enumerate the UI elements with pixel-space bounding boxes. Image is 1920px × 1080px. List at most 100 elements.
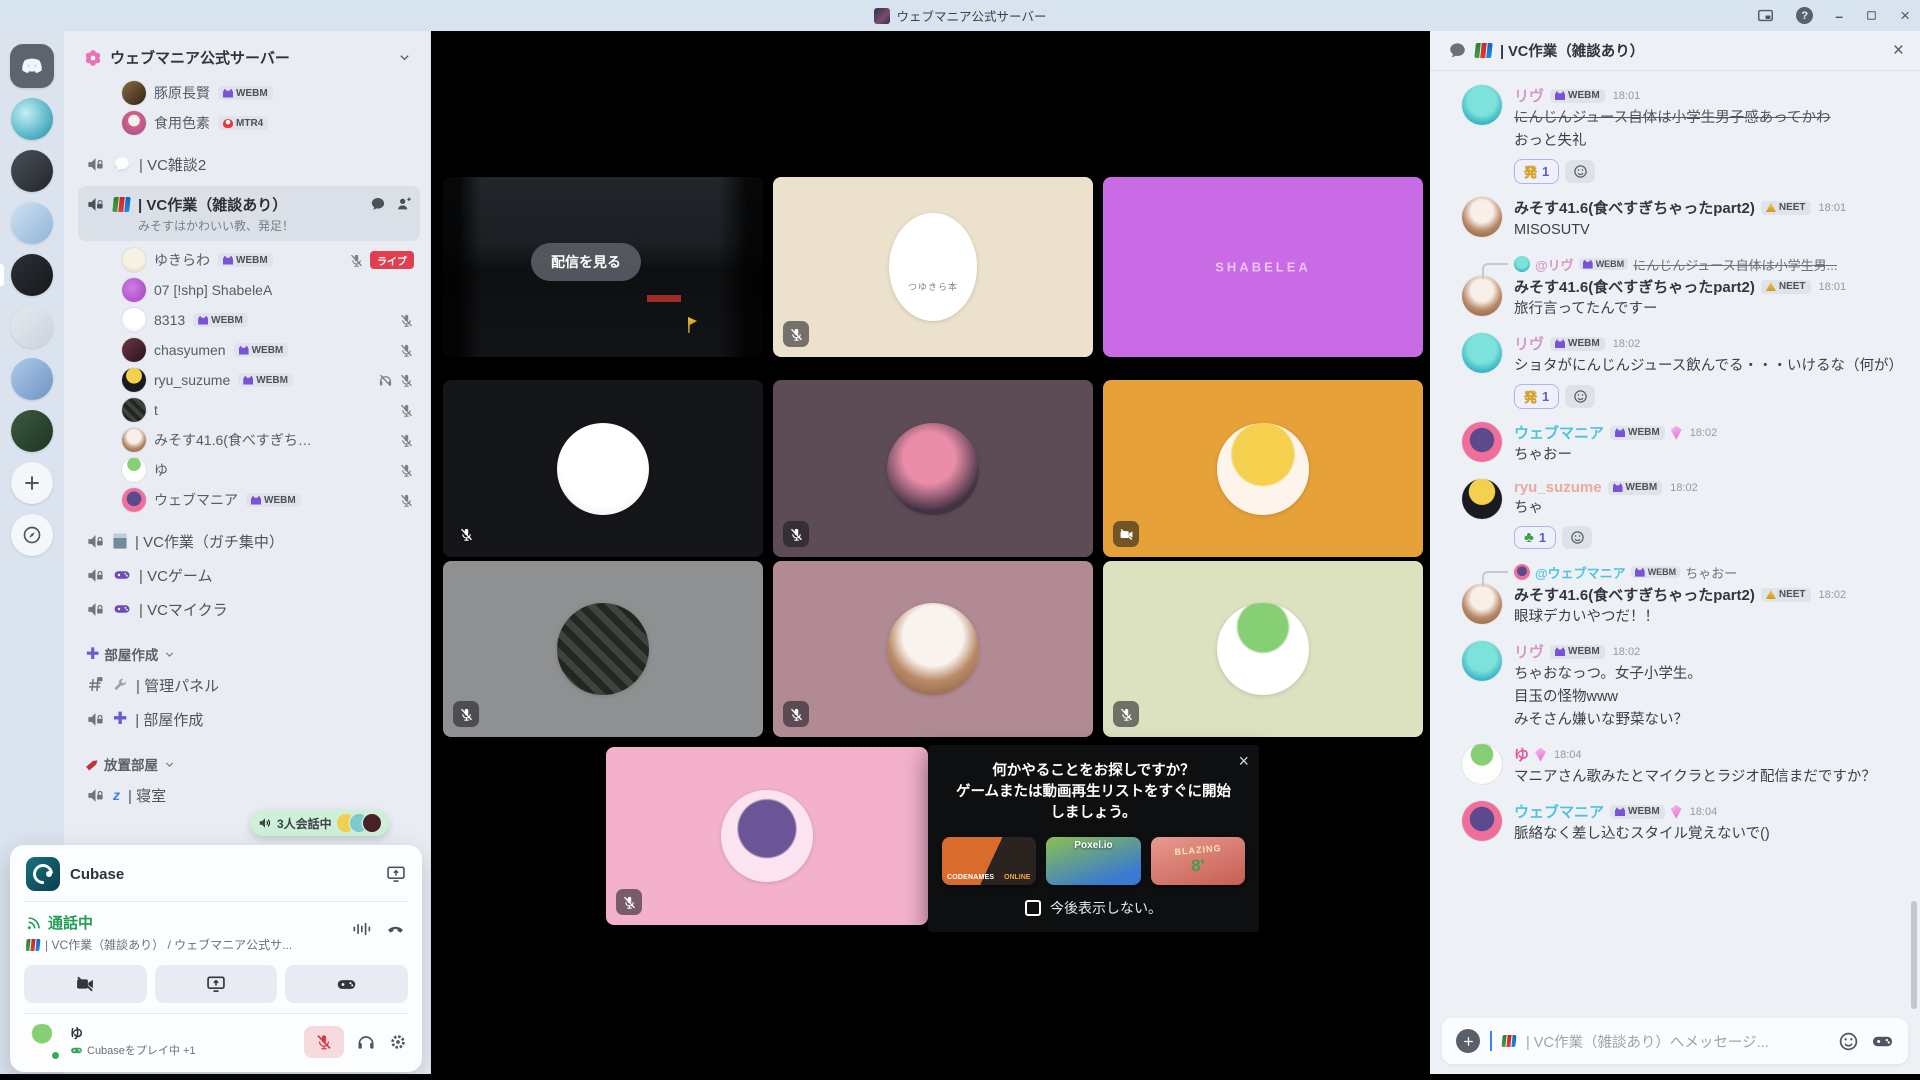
author-name[interactable]: ウェブマニア xyxy=(1514,422,1604,443)
voice-activity-icon[interactable] xyxy=(351,919,371,939)
call-channel-path[interactable]: | VC作業（雑談あり） / ウェブマニア公式サ... xyxy=(45,936,292,953)
voice-member-row[interactable]: t xyxy=(78,395,420,425)
channel-shinshitsu[interactable]: z | 寝室 xyxy=(78,779,420,811)
mic-mute-button[interactable] xyxy=(304,1026,344,1058)
server-icon[interactable] xyxy=(0,249,64,301)
category-heya-sakusei[interactable]: ✚ 部屋作成 xyxy=(78,641,420,667)
open-chat-icon[interactable] xyxy=(370,196,386,212)
add-reaction-button[interactable] xyxy=(1565,160,1595,183)
reaction-pill[interactable]: 発 1 xyxy=(1514,159,1559,184)
author-name[interactable]: ゆ xyxy=(1514,744,1529,765)
channel-vc-gachi[interactable]: | VC作業（ガチ集中） xyxy=(78,525,420,557)
server-icon[interactable] xyxy=(0,353,64,405)
reply-context[interactable]: @ウェブマニア WEBM ちゃおー xyxy=(1462,562,1902,582)
chat-scrollbar[interactable] xyxy=(1911,901,1917,1009)
avatar[interactable] xyxy=(1462,744,1502,784)
screenshare-button[interactable] xyxy=(155,965,278,1003)
stream-tile[interactable]: 配信を見る xyxy=(443,177,763,357)
invite-member-icon[interactable] xyxy=(396,196,412,212)
author-name[interactable]: みそす41.6(食べすぎちゃったpart2) xyxy=(1514,276,1755,297)
voice-member-row[interactable]: ゆきらわ WEBM ライブ xyxy=(78,245,420,275)
close-icon[interactable]: × xyxy=(1893,40,1904,62)
server-icon[interactable] xyxy=(0,39,64,93)
emoji-picker-icon[interactable] xyxy=(1838,1031,1859,1052)
participant-tile[interactable]: つゆきら本 xyxy=(773,177,1093,357)
game-card[interactable]: CODENAMES ONLINE xyxy=(942,837,1036,885)
chevron-down-icon[interactable] xyxy=(397,50,412,65)
close-icon[interactable]: × xyxy=(1238,751,1249,772)
participant-tile[interactable] xyxy=(1103,561,1423,737)
watch-stream-button[interactable]: 配信を見る xyxy=(531,243,641,281)
call-participants-pill[interactable]: 3人会話中 xyxy=(250,810,389,836)
call-status[interactable]: 通話中 xyxy=(48,912,93,933)
category-houchi-beya[interactable]: 放置部屋 xyxy=(78,751,420,777)
avatar[interactable] xyxy=(1462,801,1502,841)
help-button[interactable]: ? xyxy=(1796,7,1813,24)
reply-author[interactable]: @ウェブマニア xyxy=(1535,563,1626,582)
close-button[interactable]: × xyxy=(1900,6,1910,26)
share-activity-icon[interactable] xyxy=(386,864,406,884)
avatar[interactable] xyxy=(1462,197,1502,237)
channel-vc-sagyou-zatsudan-selected[interactable]: | VC作業（雑談あり） みそすはかわいい教、発足！ xyxy=(78,186,420,241)
game-card[interactable]: Poxel.io xyxy=(1046,837,1140,885)
message-input[interactable]: | VC作業（雑談あり）へメッセージ... xyxy=(1442,1018,1908,1064)
avatar[interactable] xyxy=(1462,276,1502,316)
participant-tile[interactable] xyxy=(773,561,1093,737)
disconnect-call-icon[interactable] xyxy=(385,918,406,939)
author-name[interactable]: ryu_suzume xyxy=(1514,479,1602,496)
avatar[interactable] xyxy=(1462,641,1502,681)
camera-toggle-button[interactable] xyxy=(24,965,147,1003)
voice-member-row[interactable]: ゆ xyxy=(78,455,420,485)
channel-heya-sakusei[interactable]: ✚ | 部屋作成 xyxy=(78,703,420,735)
server-header[interactable]: ウェブマニア公式サーバー xyxy=(78,45,420,78)
avatar[interactable] xyxy=(1462,422,1502,462)
activities-button[interactable] xyxy=(285,965,408,1003)
author-name[interactable]: みそす41.6(食べすぎちゃったpart2) xyxy=(1514,197,1755,218)
pip-icon[interactable] xyxy=(1757,7,1774,24)
user-avatar[interactable] xyxy=(24,1024,60,1060)
activities-icon[interactable] xyxy=(1871,1030,1894,1053)
channel-vc-zatsudan2[interactable]: | VC雑談2 xyxy=(78,148,420,180)
avatar[interactable] xyxy=(1462,584,1502,624)
participant-tile[interactable] xyxy=(443,380,763,557)
avatar[interactable] xyxy=(1462,333,1502,373)
voice-member-row[interactable]: 食用色素 MTR4 xyxy=(78,108,420,138)
reaction-pill[interactable]: 発 1 xyxy=(1514,384,1559,409)
author-name[interactable]: ウェブマニア xyxy=(1514,801,1604,822)
game-card[interactable]: BLAZING 8' xyxy=(1151,837,1245,885)
server-icon[interactable] xyxy=(0,405,64,457)
voice-member-row[interactable]: 07 [!shp] ShabeleA xyxy=(78,275,420,305)
channel-vc-game[interactable]: | VCゲーム xyxy=(78,559,420,591)
participant-tile[interactable]: SHABELEA xyxy=(1103,177,1423,357)
channel-kanri-panel[interactable]: | 管理パネル xyxy=(78,669,420,701)
participant-tile[interactable] xyxy=(443,561,763,737)
server-icon[interactable] xyxy=(0,457,64,509)
server-icon[interactable] xyxy=(0,145,64,197)
reply-author[interactable]: @リヴ xyxy=(1535,255,1574,274)
dont-show-again-checkbox[interactable] xyxy=(1025,900,1041,916)
add-reaction-button[interactable] xyxy=(1562,526,1592,549)
voice-member-row[interactable]: 8313 WEBM xyxy=(78,305,420,335)
voice-member-row[interactable]: chasyumen WEBM xyxy=(78,335,420,365)
voice-member-row[interactable]: ryu_suzume WEBM xyxy=(78,365,420,395)
voice-member-row[interactable]: みそす41.6(食べすぎちゃったpart2) xyxy=(78,425,420,455)
author-name[interactable]: リヴ xyxy=(1514,333,1544,354)
server-icon[interactable] xyxy=(0,197,64,249)
voice-member-row[interactable]: ウェブマニア WEBM xyxy=(78,485,420,515)
server-icon[interactable] xyxy=(0,301,64,353)
reply-context[interactable]: @リヴ WEBM にんじんジュース自体は小学生男... xyxy=(1462,254,1902,274)
reaction-pill[interactable]: ♣ 1 xyxy=(1514,526,1556,549)
avatar[interactable] xyxy=(1462,85,1502,125)
author-name[interactable]: みそす41.6(食べすぎちゃったpart2) xyxy=(1514,584,1755,605)
voice-member-row[interactable]: 豚原長賢 WEBM xyxy=(78,78,420,108)
maximize-button[interactable] xyxy=(1865,9,1878,22)
minimize-button[interactable]: – xyxy=(1835,8,1843,24)
attach-plus-icon[interactable] xyxy=(1456,1029,1480,1053)
channel-vc-minecraft[interactable]: | VCマイクラ xyxy=(78,593,420,625)
server-icon[interactable] xyxy=(0,509,64,561)
author-name[interactable]: リヴ xyxy=(1514,641,1544,662)
participant-tile[interactable] xyxy=(1103,380,1423,557)
deafen-button[interactable] xyxy=(356,1032,376,1052)
settings-gear-icon[interactable] xyxy=(388,1032,408,1052)
message-list[interactable]: リヴ WEBM 18:01 にんじんジュース自体は小学生男子感あってかわ おっと… xyxy=(1430,72,1920,1008)
